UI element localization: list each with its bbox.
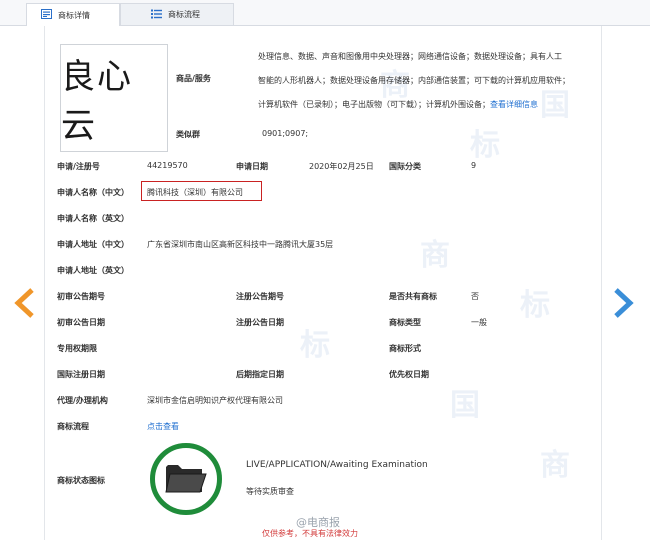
shared-value: 否 [471, 292, 479, 301]
shared-label: 是否共有商标 [389, 292, 437, 301]
tab-label: 商标流程 [168, 10, 200, 19]
prelim-issue-label: 初审公告期号 [57, 292, 105, 301]
tm-form-label: 商标形式 [389, 344, 421, 353]
tab-label: 商标详情 [58, 10, 90, 20]
status-cn: 等待实质审查 [246, 487, 294, 496]
document-icon [41, 9, 52, 21]
goods-line: 智能的人形机器人；数据处理设备用存储器；内部通信装置；可下载的计算机应用软件； [258, 76, 570, 85]
similar-group-label: 类似群 [176, 130, 200, 139]
reg-no-label: 申请/注册号 [57, 162, 100, 171]
address-cn-value: 广东省深圳市南山区高新区科技中一路腾讯大厦35层 [147, 240, 334, 249]
disclaimer-note: 仅供参考，不具有法律效力 [262, 529, 358, 538]
tm-type-value: 一般 [471, 318, 487, 327]
process-label: 商标流程 [57, 422, 89, 431]
reg-issue-label: 注册公告期号 [236, 292, 284, 301]
intl-class-label: 国际分类 [389, 162, 421, 171]
prev-arrow-button[interactable] [14, 288, 36, 320]
applicant-cn-label: 申请人名称（中文） [57, 188, 129, 197]
applicant-en-label: 申请人名称（英文） [57, 214, 129, 223]
app-date-label: 申请日期 [236, 162, 268, 171]
goods-services-label: 商品/服务 [176, 74, 211, 83]
next-arrow-button[interactable] [612, 288, 634, 320]
exclusive-period-label: 专用权期限 [57, 344, 97, 353]
arrow-right-icon [614, 288, 634, 318]
similar-group-value: 0901;0907; [262, 129, 309, 138]
goods-services-value: 处理信息、数据、声音和图像用中央处理器；网络通信设备；数据处理设备；具有人工 智… [258, 45, 598, 117]
tab-trademark-details[interactable]: 商标详情 [26, 3, 120, 26]
priority-date-label: 优先权日期 [389, 370, 429, 379]
applicant-cn-value: 腾讯科技（深圳）有限公司 [147, 188, 243, 197]
folder-icon [164, 461, 208, 497]
tab-trademark-process[interactable]: 商标流程 [120, 3, 234, 25]
trademark-logo-text: 良心云 [61, 57, 133, 146]
status-label: 商标状态图标 [57, 476, 105, 485]
view-details-link[interactable]: 查看详细信息 [490, 100, 538, 109]
address-en-label: 申请人地址（英文） [57, 266, 129, 275]
status-ring [150, 443, 222, 515]
goods-line: 处理信息、数据、声音和图像用中央处理器；网络通信设备；数据处理设备；具有人工 [258, 52, 562, 61]
reg-no-value: 44219570 [147, 161, 188, 170]
process-view-link[interactable]: 点击查看 [147, 421, 179, 432]
agent-value: 深圳市金信启明知识产权代理有限公司 [147, 396, 283, 405]
prelim-date-label: 初审公告日期 [57, 318, 105, 327]
list-icon [151, 9, 162, 21]
intl-reg-date-label: 国际注册日期 [57, 370, 105, 379]
app-date-value: 2020年02月25日 [309, 162, 374, 171]
address-cn-label: 申请人地址（中文） [57, 240, 129, 249]
goods-line-last: 计算机软件（已录制）；电子出版物（可下载）；计算机外围设备；查看详细信息 [258, 100, 538, 109]
trademark-image: 良心云 [60, 44, 168, 152]
arrow-left-icon [14, 288, 34, 318]
later-date-label: 后期指定日期 [236, 370, 284, 379]
status-en: LIVE/APPLICATION/Awaiting Examination [246, 460, 428, 470]
agent-label: 代理/办理机构 [57, 396, 108, 405]
tm-type-label: 商标类型 [389, 318, 421, 327]
reg-date-label: 注册公告日期 [236, 318, 284, 327]
intl-class-value: 9 [471, 161, 477, 170]
